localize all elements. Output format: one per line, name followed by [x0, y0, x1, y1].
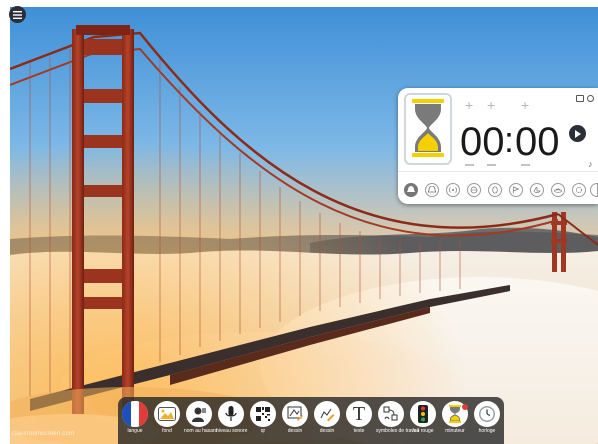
sound-option-10[interactable] — [590, 183, 598, 197]
sound-option-4[interactable] — [467, 183, 481, 197]
tool-label: langue — [127, 428, 143, 434]
tool-dessin-2[interactable]: dessin — [312, 401, 342, 434]
music-icon[interactable]: ♪ — [588, 160, 593, 169]
play-button[interactable] — [569, 125, 586, 142]
tool-label: niveau sonore — [216, 428, 248, 434]
tool-nom-au-hasard[interactable]: nom au hasard — [184, 401, 218, 434]
tool-feu-rouge[interactable]: feu rouge — [408, 401, 438, 434]
minutes-display[interactable]: 00 — [460, 122, 505, 162]
app-screen: ♪ + + + 00 : 00 langue fond nom au hasar… — [0, 0, 598, 444]
seconds-display[interactable]: 00 — [515, 122, 560, 162]
sound-option-1[interactable] — [404, 183, 418, 197]
tool-label: feu rouge — [412, 428, 434, 434]
sound-option-8[interactable] — [551, 183, 565, 197]
drawing-board-icon — [282, 401, 308, 427]
play-icon — [575, 129, 581, 138]
sound-option-5[interactable] — [488, 183, 502, 197]
duck-icon — [533, 186, 541, 193]
tool-niveau-sonore[interactable]: niveau sonore — [216, 401, 248, 434]
tool-langue[interactable]: langue — [120, 401, 150, 434]
tool-label: qr — [260, 428, 266, 434]
text-icon: T — [346, 401, 372, 427]
hourglass-icon — [412, 99, 444, 157]
tool-horloge[interactable]: horloge — [472, 401, 502, 434]
flag-icon — [122, 401, 148, 427]
tool-label: dessin — [319, 428, 335, 434]
flag-icon — [513, 186, 520, 194]
background-image — [10, 7, 598, 444]
tool-label: dessin — [287, 428, 303, 434]
menu-icon — [13, 10, 22, 19]
time-colon: : — [504, 119, 515, 160]
tool-label: nom au hasard — [184, 428, 218, 434]
settings-icon[interactable] — [587, 95, 594, 102]
landscape-icon — [154, 401, 180, 427]
tool-texte[interactable]: T texte — [344, 401, 374, 434]
tool-label: texte — [353, 428, 365, 434]
watermark: classroomscreen.com — [12, 431, 75, 437]
tool-label: horloge — [478, 428, 496, 434]
sound-option-6[interactable] — [509, 183, 523, 197]
tool-label: minuteur — [445, 428, 465, 434]
qr-icon — [250, 401, 276, 427]
sound-option-9[interactable] — [572, 183, 586, 197]
bridge-photo — [10, 7, 598, 444]
alarm-icon — [428, 186, 436, 193]
bottom-toolbar: langue fond nom au hasard niveau sonore — [118, 397, 504, 444]
bell-icon — [407, 186, 415, 192]
tool-qr[interactable]: qr — [248, 401, 278, 434]
ufo-icon — [554, 188, 562, 193]
tool-dessin-1[interactable]: dessin — [280, 401, 310, 434]
notification-badge — [462, 404, 468, 410]
person-icon — [186, 401, 212, 427]
minutes-ones-minus-button[interactable] — [487, 164, 496, 166]
clock-icon — [474, 401, 500, 427]
sound-wave-icon — [449, 187, 457, 193]
seconds-plus-button[interactable]: + — [521, 98, 529, 112]
gear-icon — [576, 187, 582, 193]
traffic-light-icon — [410, 401, 436, 427]
tool-fond[interactable]: fond — [152, 401, 182, 434]
fullscreen-icon[interactable] — [576, 95, 584, 102]
minutes-tens-plus-button[interactable]: + — [465, 98, 473, 112]
seconds-minus-button[interactable] — [521, 164, 530, 166]
timer-separator — [398, 171, 598, 172]
egg-icon — [492, 186, 498, 194]
tool-symboles-de-travail[interactable]: symboles de travail — [376, 401, 419, 434]
text-glyph: T — [352, 403, 366, 425]
tool-label: symboles de travail — [376, 428, 419, 434]
hourglass-display — [404, 93, 452, 165]
pencil-icon — [314, 401, 340, 427]
minutes-ones-plus-button[interactable]: + — [487, 98, 495, 112]
microphone-icon — [218, 401, 244, 427]
tool-label: fond — [162, 428, 172, 434]
menu-button[interactable] — [9, 6, 26, 23]
sound-option-2[interactable] — [425, 183, 439, 197]
sound-option-7[interactable] — [530, 183, 544, 197]
minutes-tens-minus-button[interactable] — [465, 164, 474, 166]
symbols-icon — [378, 401, 404, 427]
sound-option-3[interactable] — [446, 183, 460, 197]
globe-icon — [470, 186, 478, 194]
